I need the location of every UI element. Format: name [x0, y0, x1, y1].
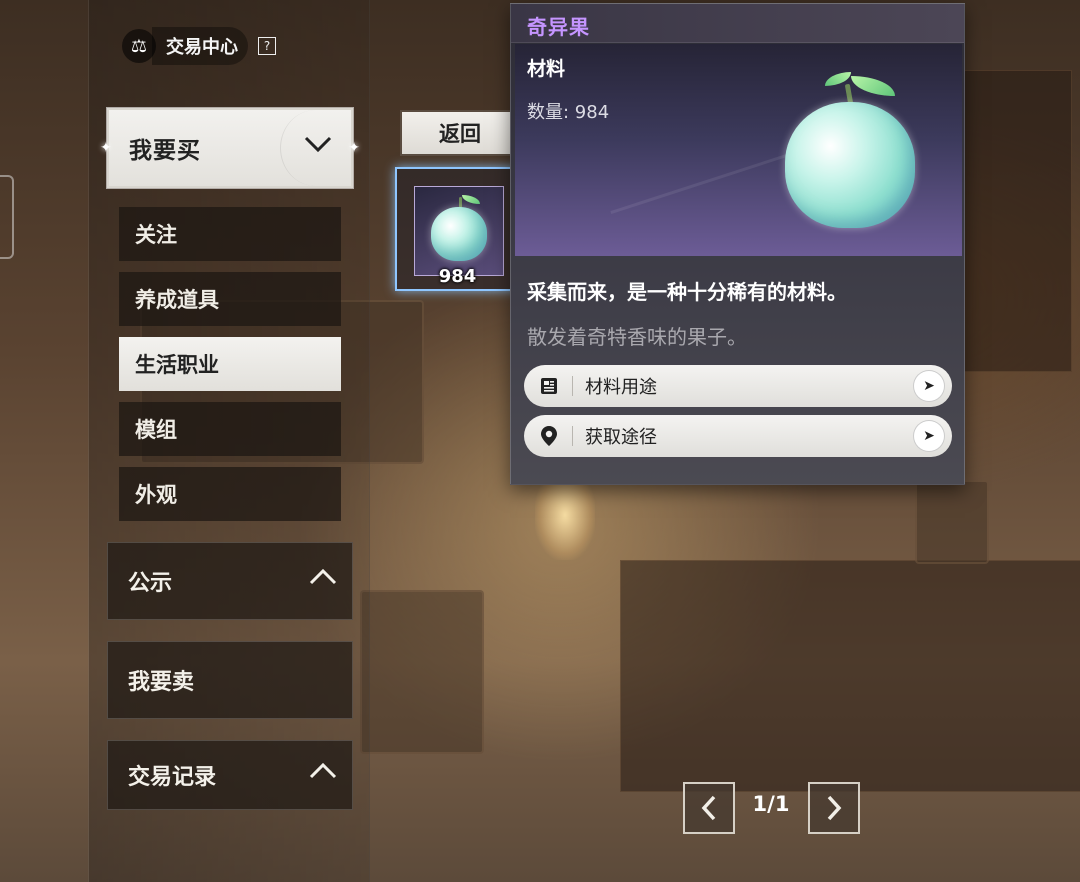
page-indicator: 1/1: [752, 792, 790, 816]
chevron-left-icon: [701, 795, 716, 821]
item-tooltip: 奇异果 材料 数量: 984 采集而来，是一种十分稀有的材料。 散发着奇特香味的…: [510, 3, 965, 485]
category-modules[interactable]: 模组: [119, 402, 341, 456]
category-label: 养成道具: [135, 288, 219, 312]
scale-icon: ⚖: [122, 29, 156, 63]
section-label: 交易记录: [128, 765, 217, 790]
buy-dropdown[interactable]: ✦ 我要买 ✦: [100, 107, 360, 189]
category-label: 模组: [135, 418, 177, 442]
item-thumbnail: [414, 186, 504, 276]
category-label: 生活职业: [135, 353, 219, 377]
action-label: 获取途径: [585, 427, 657, 448]
apple-leaf: [851, 76, 895, 96]
background-menu-board: [360, 590, 484, 754]
section-label: 我要卖: [128, 670, 195, 695]
category-growth-items[interactable]: 养成道具: [119, 272, 341, 326]
section-trade-records[interactable]: 交易记录: [107, 740, 353, 810]
sparkle-icon: ✦: [100, 140, 112, 156]
chevron-down-icon: [303, 134, 333, 160]
item-hero-background: [515, 44, 962, 256]
apple-icon: [431, 207, 487, 261]
back-button[interactable]: 返回: [400, 110, 520, 156]
divider: [572, 426, 573, 446]
page-title: 交易中心: [152, 27, 248, 65]
category-follow[interactable]: 关注: [119, 207, 341, 261]
apple-leaf: [462, 195, 480, 204]
section-announcement[interactable]: 公示: [107, 542, 353, 620]
background-shelf: [960, 70, 1072, 372]
item-flavor-text: 散发着奇特香味的果子。: [527, 325, 747, 349]
help-icon[interactable]: ?: [258, 37, 276, 55]
material-usage-button[interactable]: 材料用途 ➤: [524, 365, 952, 407]
category-appearance[interactable]: 外观: [119, 467, 341, 521]
list-icon: [538, 375, 560, 397]
category-label: 关注: [135, 223, 177, 247]
section-label: 公示: [128, 571, 173, 596]
background-counter: [620, 560, 1080, 792]
action-label: 材料用途: [585, 377, 657, 398]
sparkle-icon: ✦: [348, 140, 360, 156]
chevron-up-icon: [308, 567, 338, 593]
arrow-right-icon: ➤: [914, 421, 944, 451]
page-header: ⚖ 交易中心 ?: [122, 26, 276, 66]
item-quantity: 984: [438, 266, 477, 287]
section-sell[interactable]: 我要卖: [107, 641, 353, 719]
category-label: 外观: [135, 483, 177, 507]
divider: [572, 376, 573, 396]
location-pin-icon: [538, 425, 560, 447]
item-type: 材料: [527, 58, 566, 80]
item-slot-kiwi[interactable]: 984: [395, 167, 520, 291]
background-sign: [915, 480, 989, 564]
category-life-profession[interactable]: 生活职业: [119, 337, 341, 391]
chevron-right-icon: [827, 795, 842, 821]
item-count: 数量: 984: [527, 102, 610, 123]
apple-image: [785, 102, 915, 228]
item-name: 奇异果: [527, 15, 590, 39]
arrow-right-icon: ➤: [914, 371, 944, 401]
prev-page-button[interactable]: [683, 782, 735, 834]
next-page-button[interactable]: [808, 782, 860, 834]
buy-dropdown-label: 我要买: [129, 138, 201, 164]
edge-decoration: [0, 175, 14, 259]
obtain-method-button[interactable]: 获取途径 ➤: [524, 415, 952, 457]
item-description: 采集而来，是一种十分稀有的材料。: [527, 280, 847, 304]
chevron-up-icon: [308, 761, 338, 787]
